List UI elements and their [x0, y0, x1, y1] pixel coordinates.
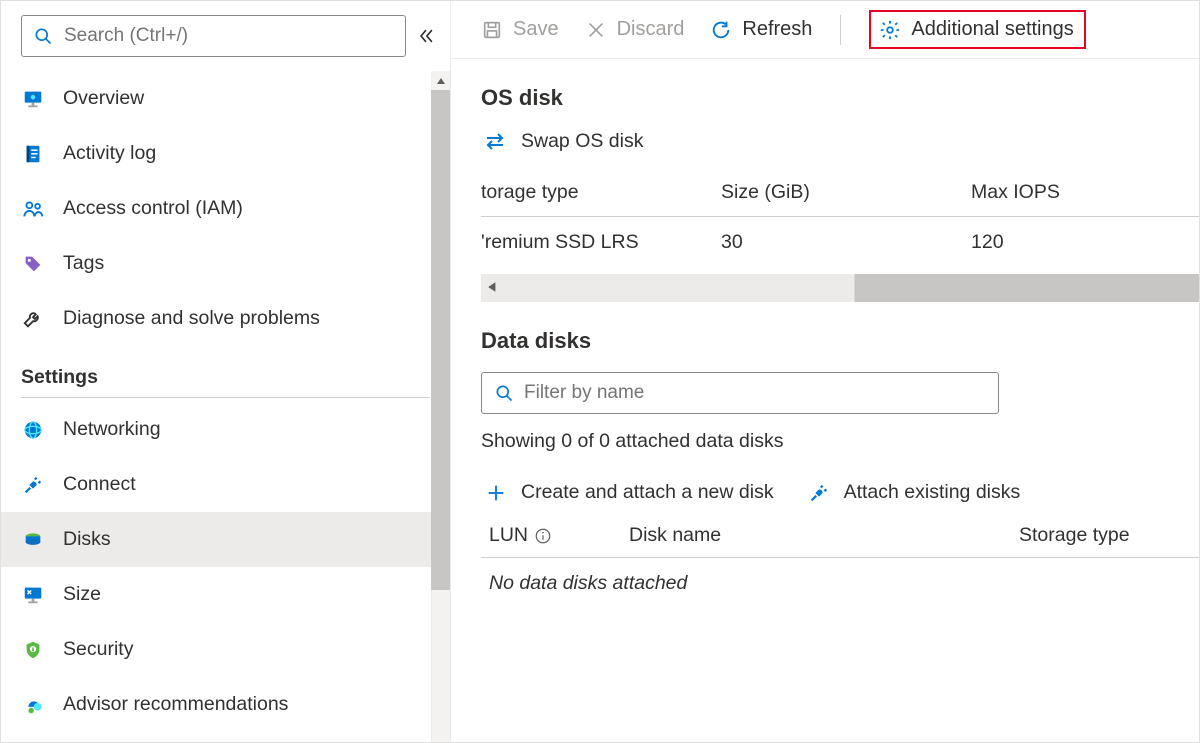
- refresh-icon: [710, 19, 732, 41]
- search-row: [1, 1, 450, 71]
- sidebar-section-settings: Settings: [1, 346, 450, 397]
- search-icon: [494, 383, 514, 403]
- search-box[interactable]: [21, 15, 406, 57]
- sidebar-item-disks[interactable]: Disks: [1, 512, 450, 567]
- discard-button[interactable]: Discard: [585, 18, 685, 41]
- cell-size: 30: [721, 231, 971, 254]
- connect-icon: [21, 473, 45, 497]
- sidebar-item-security[interactable]: Security: [1, 622, 450, 677]
- gear-icon: [879, 19, 901, 41]
- additional-settings-label: Additional settings: [911, 18, 1073, 41]
- search-icon: [32, 24, 54, 48]
- col-iops: Max IOPS: [971, 181, 1191, 204]
- sidebar-item-tags[interactable]: Tags: [1, 236, 450, 291]
- data-disk-actions: Create and attach a new disk Attach exis…: [485, 481, 1199, 504]
- sidebar-item-label: Networking: [63, 418, 161, 441]
- people-icon: [21, 197, 45, 221]
- swap-os-disk-label: Swap OS disk: [521, 130, 643, 153]
- os-disk-table: torage type Size (GiB) Max IOPS 'remium …: [451, 181, 1199, 302]
- save-icon: [481, 19, 503, 41]
- os-disk-heading: OS disk: [481, 85, 1199, 111]
- cell-iops: 120: [971, 231, 1191, 254]
- swap-os-disk-button[interactable]: Swap OS disk: [483, 129, 1199, 153]
- table-divider: [481, 557, 1199, 558]
- shield-icon: [21, 638, 45, 662]
- sidebar-item-label: Size: [63, 583, 101, 606]
- info-icon[interactable]: [534, 527, 552, 545]
- attach-existing-disks-button[interactable]: Attach existing disks: [808, 481, 1021, 504]
- close-icon: [585, 19, 607, 41]
- plus-icon: [485, 482, 507, 504]
- sidebar-item-label: Disks: [63, 528, 111, 551]
- refresh-button[interactable]: Refresh: [710, 18, 812, 41]
- filter-input[interactable]: [522, 381, 986, 405]
- col-disk-name: Disk name: [629, 524, 1019, 547]
- sidebar: Overview Activity log Access control (IA…: [1, 1, 451, 742]
- create-attach-disk-button[interactable]: Create and attach a new disk: [485, 481, 774, 504]
- create-attach-label: Create and attach a new disk: [521, 481, 774, 504]
- main: Save Discard Refresh Additional settings…: [451, 1, 1199, 742]
- sidebar-item-label: Connect: [63, 473, 136, 496]
- sidebar-item-advisor[interactable]: Advisor recommendations: [1, 677, 450, 732]
- showing-count: Showing 0 of 0 attached data disks: [481, 430, 1199, 453]
- col-size: Size (GiB): [721, 181, 971, 204]
- data-disks-heading: Data disks: [481, 328, 1199, 354]
- app-root: Overview Activity log Access control (IA…: [0, 0, 1200, 743]
- sidebar-item-label: Security: [63, 638, 133, 661]
- search-input[interactable]: [62, 24, 395, 48]
- save-label: Save: [513, 18, 559, 41]
- advisor-icon: [21, 693, 45, 717]
- sidebar-item-connect[interactable]: Connect: [1, 457, 450, 512]
- toolbar: Save Discard Refresh Additional settings: [451, 1, 1199, 59]
- os-disk-table-header: torage type Size (GiB) Max IOPS: [451, 181, 1199, 216]
- sidebar-item-label: Tags: [63, 252, 104, 275]
- sidebar-item-access-control[interactable]: Access control (IAM): [1, 181, 450, 236]
- swap-icon: [483, 129, 507, 153]
- save-button[interactable]: Save: [481, 18, 559, 41]
- attach-existing-label: Attach existing disks: [844, 481, 1021, 504]
- size-icon: [21, 583, 45, 607]
- sidebar-item-label: Activity log: [63, 142, 156, 165]
- wrench-icon: [21, 307, 45, 331]
- col-storage-type: torage type: [481, 181, 721, 204]
- sidebar-item-overview[interactable]: Overview: [1, 71, 450, 126]
- col-lun: LUN: [489, 524, 629, 547]
- monitor-icon: [21, 87, 45, 111]
- col-lun-label: LUN: [489, 524, 528, 547]
- data-disk-table-header: LUN Disk name Storage type: [451, 524, 1199, 557]
- refresh-label: Refresh: [742, 18, 812, 41]
- toolbar-divider: [840, 15, 841, 45]
- sidebar-scrollbar-up[interactable]: [431, 71, 450, 90]
- log-icon: [21, 142, 45, 166]
- sidebar-item-label: Access control (IAM): [63, 197, 243, 220]
- os-disk-row[interactable]: 'remium SSD LRS 30 120: [451, 217, 1199, 268]
- additional-settings-button[interactable]: Additional settings: [869, 10, 1085, 49]
- sidebar-item-size[interactable]: Size: [1, 567, 450, 622]
- cell-storage-type: 'remium SSD LRS: [481, 231, 721, 254]
- globe-icon: [21, 418, 45, 442]
- collapse-sidebar-button[interactable]: [416, 23, 436, 49]
- scroll-left-icon: [487, 278, 499, 296]
- tag-icon: [21, 252, 45, 276]
- sidebar-item-activity-log[interactable]: Activity log: [1, 126, 450, 181]
- connect-icon: [808, 482, 830, 504]
- discard-label: Discard: [617, 18, 685, 41]
- sidebar-item-label: Advisor recommendations: [63, 693, 288, 716]
- sidebar-item-label: Diagnose and solve problems: [63, 307, 320, 330]
- col-storage-type: Storage type: [1019, 524, 1199, 547]
- content: OS disk Swap OS disk torage type Size (G…: [451, 59, 1199, 742]
- sidebar-items: Overview Activity log Access control (IA…: [1, 71, 450, 742]
- disks-icon: [21, 528, 45, 552]
- sidebar-item-label: Overview: [63, 87, 144, 110]
- filter-box[interactable]: [481, 372, 999, 414]
- no-data-text: No data disks attached: [489, 572, 1199, 595]
- os-disk-hscrollbar[interactable]: [481, 274, 1199, 302]
- sidebar-scrollbar-thumb[interactable]: [431, 90, 450, 590]
- sidebar-section-divider: [21, 397, 430, 398]
- sidebar-item-diagnose[interactable]: Diagnose and solve problems: [1, 291, 450, 346]
- sidebar-item-networking[interactable]: Networking: [1, 402, 450, 457]
